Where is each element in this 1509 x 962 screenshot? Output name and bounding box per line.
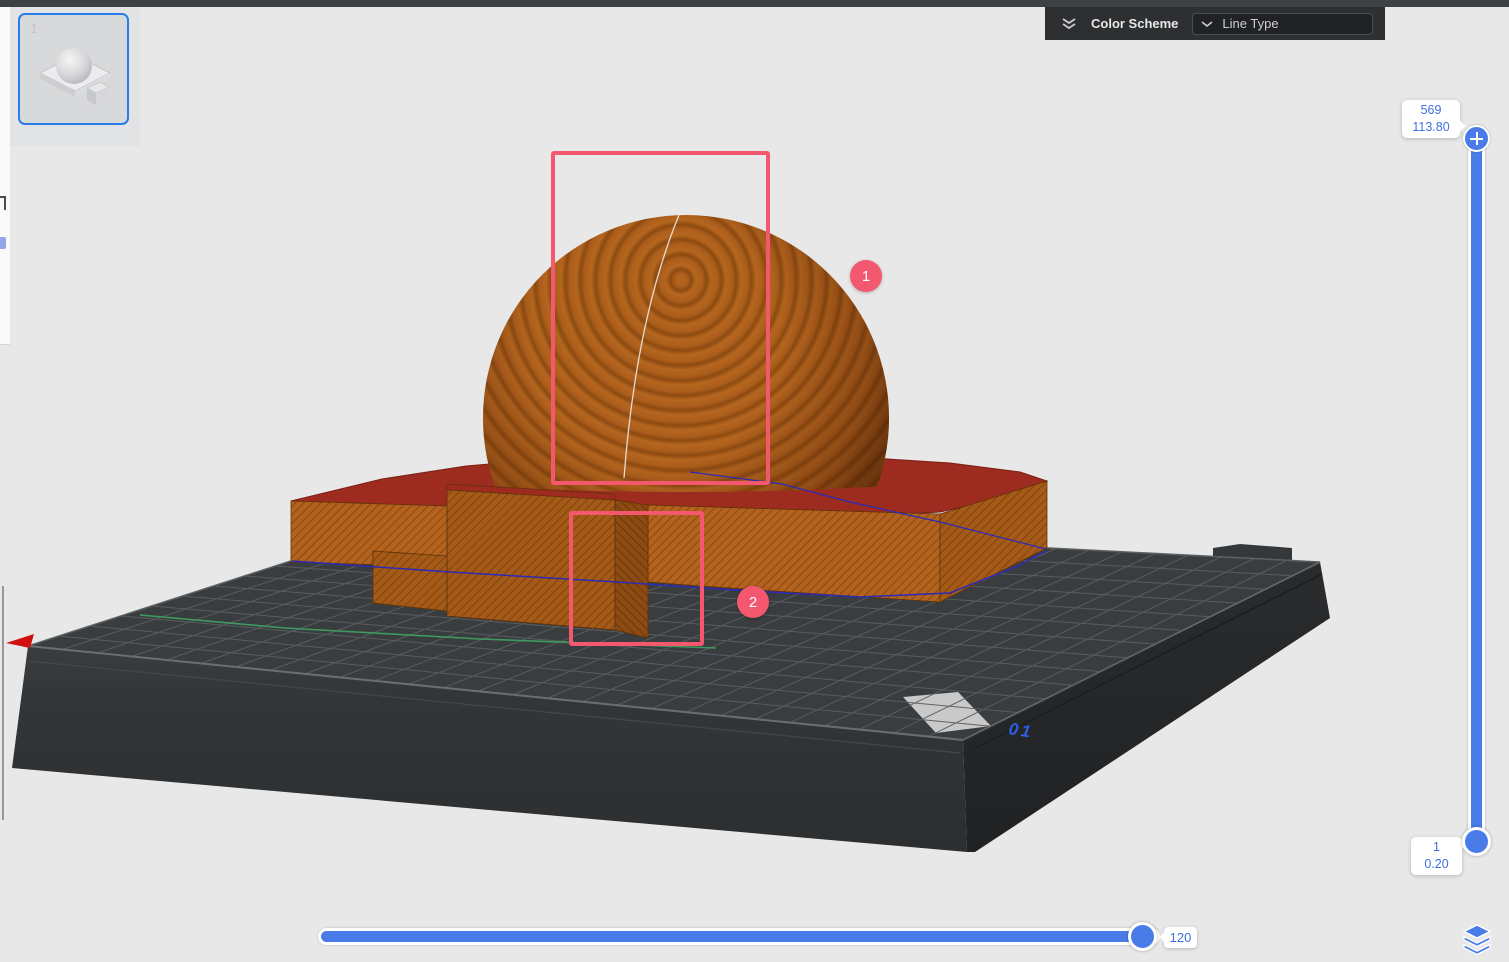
layer-slider-bottom-handle[interactable] bbox=[1462, 827, 1491, 856]
chevron-down-icon bbox=[1201, 20, 1213, 28]
top-layer-height: 113.80 bbox=[1408, 119, 1454, 136]
left-toolbar-partial-icon bbox=[0, 196, 6, 210]
top-layer-number: 569 bbox=[1408, 102, 1454, 119]
plate-thumbnail-card[interactable]: 1 bbox=[18, 13, 129, 125]
window-top-strip bbox=[0, 0, 1509, 7]
left-sidebar-sliver bbox=[0, 7, 10, 345]
color-scheme-value: Line Type bbox=[1222, 16, 1278, 31]
step-slider-handle[interactable] bbox=[1128, 922, 1157, 951]
double-chevron-down-icon[interactable] bbox=[1061, 17, 1077, 31]
plate-marking: 01 bbox=[1007, 719, 1035, 742]
layers-view-button[interactable] bbox=[1461, 922, 1493, 956]
step-slider-value: 120 bbox=[1164, 927, 1197, 948]
layer-slider-top-tooltip: 569 113.80 bbox=[1402, 100, 1460, 138]
color-scheme-dropdown[interactable]: Line Type bbox=[1192, 13, 1373, 35]
plate-thumbnail-image bbox=[30, 33, 120, 117]
left-toolbar-partial-icon-blue bbox=[0, 237, 6, 249]
annotation-badge-2: 2 bbox=[737, 586, 769, 618]
slicer-preview-window: 01 bbox=[0, 0, 1509, 962]
color-scheme-bar: Color Scheme Line Type bbox=[1045, 7, 1385, 40]
selection-rect-2 bbox=[569, 511, 704, 646]
plate-list-panel: 1 bbox=[10, 7, 140, 146]
add-layer-marker-icon bbox=[1476, 132, 1478, 145]
step-slider-fill bbox=[321, 931, 1145, 942]
base-step-block bbox=[373, 551, 447, 611]
layer-slider-bottom-tooltip: 1 0.20 bbox=[1411, 837, 1462, 875]
layer-slider-top-handle[interactable] bbox=[1463, 125, 1490, 152]
color-scheme-title: Color Scheme bbox=[1091, 16, 1178, 31]
selection-rect-1 bbox=[551, 151, 770, 485]
layer-slider-fill bbox=[1471, 131, 1482, 847]
bottom-layer-number: 1 bbox=[1417, 839, 1456, 856]
x-axis-arrow bbox=[6, 634, 34, 648]
annotation-badge-1: 1 bbox=[850, 260, 882, 292]
left-panel-edge bbox=[2, 586, 4, 820]
bottom-layer-height: 0.20 bbox=[1417, 856, 1456, 873]
